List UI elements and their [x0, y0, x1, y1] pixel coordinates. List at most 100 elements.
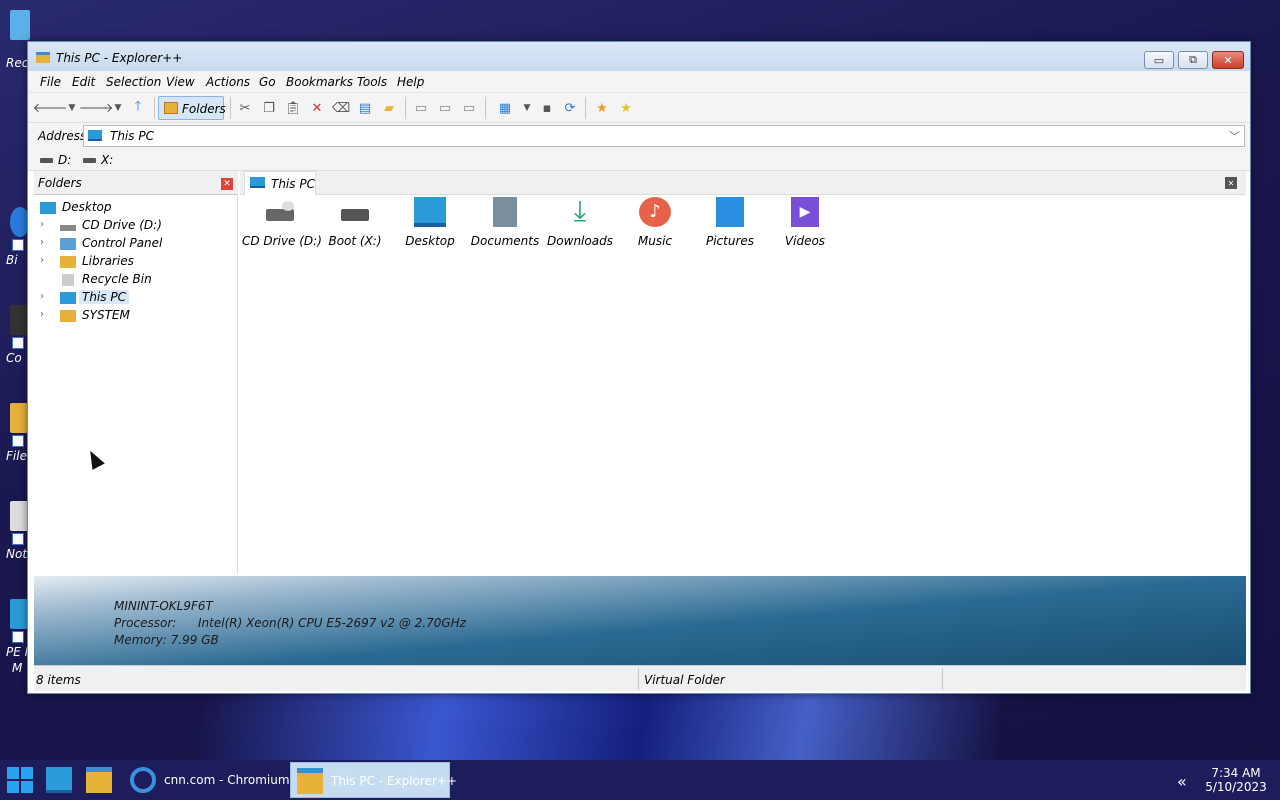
this-pc-icon: [60, 292, 76, 304]
refresh-icon[interactable]: ⟳: [562, 100, 578, 116]
music-icon: ♪: [639, 197, 671, 227]
close-tab-icon[interactable]: ✕: [1225, 177, 1237, 189]
desktop-icon-browser[interactable]: Bi: [0, 207, 30, 277]
folder-icon: [60, 256, 76, 268]
desktop-icon-recycle-bin[interactable]: Rec: [0, 10, 30, 80]
delete-icon[interactable]: ✕: [309, 100, 325, 116]
close-icon[interactable]: ✕: [221, 178, 233, 190]
minimize-button[interactable]: ▭: [1144, 51, 1174, 69]
menu-bar: File Edit Selection View Actions Go Book…: [28, 71, 1250, 93]
forward-dropdown-icon[interactable]: ▼: [110, 100, 126, 116]
status-separator: [942, 668, 943, 690]
explorer-plus-icon: [297, 768, 323, 794]
file-item-pictures[interactable]: Pictures: [692, 197, 768, 253]
add-bookmark-icon[interactable]: ★: [594, 100, 610, 116]
views-dropdown-icon[interactable]: ▼: [519, 100, 535, 116]
chevron-right-icon[interactable]: ›: [40, 255, 50, 266]
item-count: 8 items: [36, 673, 81, 687]
title-bar[interactable]: This PC - Explorer++ ▭ ⧉ ✕: [28, 42, 1250, 71]
close-button[interactable]: ✕: [1212, 51, 1244, 69]
menu-view[interactable]: View: [166, 75, 195, 89]
file-item-downloads[interactable]: ⤓ Downloads: [542, 197, 618, 253]
shortcut-arrow-icon: [12, 631, 24, 643]
bookmarks-icon[interactable]: ★: [618, 100, 634, 116]
desktop-icon: [40, 202, 56, 214]
properties-icon[interactable]: ▤: [357, 100, 373, 116]
desktop-icon-pe-manager[interactable]: PE I M: [0, 599, 30, 679]
copy-to-icon[interactable]: ▭: [413, 100, 429, 116]
menu-edit[interactable]: Edit: [72, 75, 95, 89]
tab-this-pc[interactable]: This PC: [244, 171, 316, 195]
address-input[interactable]: This PC ﹀: [83, 125, 1245, 147]
computer-name: MININT-OKL9F6T: [114, 599, 213, 613]
clock-time: 7:34 AM: [1211, 766, 1261, 780]
chevron-right-icon[interactable]: ›: [40, 309, 50, 320]
move-to-icon[interactable]: ▭: [437, 100, 453, 116]
folders-pane-header: Folders ✕: [34, 171, 238, 195]
desktop-icon-file-explorer[interactable]: File: [0, 403, 30, 473]
folder-type: Virtual Folder: [644, 673, 725, 687]
file-item-videos[interactable]: ▶ Videos: [767, 197, 843, 253]
downloads-icon: ⤓: [573, 194, 587, 227]
show-hidden-icons-icon[interactable]: «: [1177, 772, 1187, 791]
shortcut-arrow-icon: [12, 435, 24, 447]
chevron-right-icon[interactable]: ›: [40, 291, 50, 302]
paste-icon[interactable]: 📋︎: [285, 100, 302, 116]
chevron-down-icon[interactable]: ﹀: [1229, 128, 1240, 144]
window-title: This PC - Explorer++: [56, 51, 183, 65]
start-button[interactable]: [4, 764, 36, 796]
recycle-bin-icon: [62, 274, 74, 286]
menu-go[interactable]: Go: [259, 75, 276, 89]
desktop-icon: [46, 767, 72, 793]
taskbar-app-chromium[interactable]: cnn.com - Chromium: [124, 762, 290, 798]
address-label: Address: [38, 129, 87, 143]
delete-permanently-icon[interactable]: ⌫: [332, 100, 350, 116]
cut-icon[interactable]: ✂: [237, 100, 253, 116]
file-item-documents[interactable]: Documents: [467, 197, 543, 253]
forward-icon[interactable]: 🡒: [79, 100, 114, 116]
taskbar-app-file-explorer[interactable]: [80, 762, 120, 798]
desktop-icon-command[interactable]: Co: [0, 305, 30, 375]
chevron-right-icon[interactable]: ›: [40, 219, 50, 230]
command-prompt-icon[interactable]: ▪: [539, 100, 555, 116]
maximize-button[interactable]: ⧉: [1178, 51, 1208, 69]
file-item-cd-drive[interactable]: CD Drive (D:): [242, 197, 322, 253]
up-icon[interactable]: 🡑: [130, 99, 146, 116]
address-bar: Address This PC ﹀: [28, 123, 1250, 149]
toolbar-separator: [154, 97, 155, 119]
tab-strip: This PC ✕: [240, 171, 1246, 195]
back-icon[interactable]: 🡐: [33, 100, 68, 116]
file-item-music[interactable]: ♪ Music: [617, 197, 693, 253]
control-panel-icon: [60, 238, 76, 250]
chevron-right-icon[interactable]: ›: [40, 237, 50, 248]
folders-icon: [164, 102, 178, 114]
desktop-folder-icon: [414, 197, 446, 227]
folder-icon: [60, 310, 76, 322]
cd-drive-icon: [60, 225, 76, 231]
processor-label: Processor:: [114, 616, 177, 630]
desktop-icon-notepad[interactable]: Not: [0, 501, 30, 571]
menu-file[interactable]: File: [40, 75, 61, 89]
new-folder-icon[interactable]: ▰: [381, 100, 397, 116]
taskbar-app-explorer-plus[interactable]: This PC - Explorer++: [290, 762, 457, 798]
folders-toggle-button[interactable]: Folders: [158, 96, 226, 120]
menu-actions[interactable]: Actions: [206, 75, 250, 89]
processor-value: Intel(R) Xeon(R) CPU E5-2697 v2 @ 2.70GH…: [198, 616, 466, 630]
copy-icon[interactable]: ❐: [261, 100, 277, 116]
menu-bookmarks[interactable]: Bookmarks: [286, 75, 353, 89]
menu-tools[interactable]: Tools: [357, 75, 387, 89]
file-item-boot-drive[interactable]: Boot (X:): [317, 197, 393, 253]
chromium-icon: [130, 767, 156, 793]
drive-icon: [83, 158, 96, 163]
views-icon[interactable]: ▦: [497, 100, 513, 116]
file-list-pane: This PC ✕ CD Drive (D:) Boot (X:) Deskto…: [240, 171, 1246, 574]
menu-help[interactable]: Help: [397, 75, 424, 89]
taskbar-app-desktop[interactable]: [40, 762, 80, 798]
shortcut-arrow-icon: [12, 533, 24, 545]
toolbar-separator: [585, 97, 586, 119]
drive-icon: [341, 209, 369, 221]
share-folder-icon[interactable]: ▭: [461, 100, 477, 116]
system-clock[interactable]: 7:34 AM 5/10/2023: [1200, 766, 1272, 794]
menu-selection[interactable]: Selection: [106, 75, 161, 89]
file-item-desktop[interactable]: Desktop: [392, 197, 468, 253]
